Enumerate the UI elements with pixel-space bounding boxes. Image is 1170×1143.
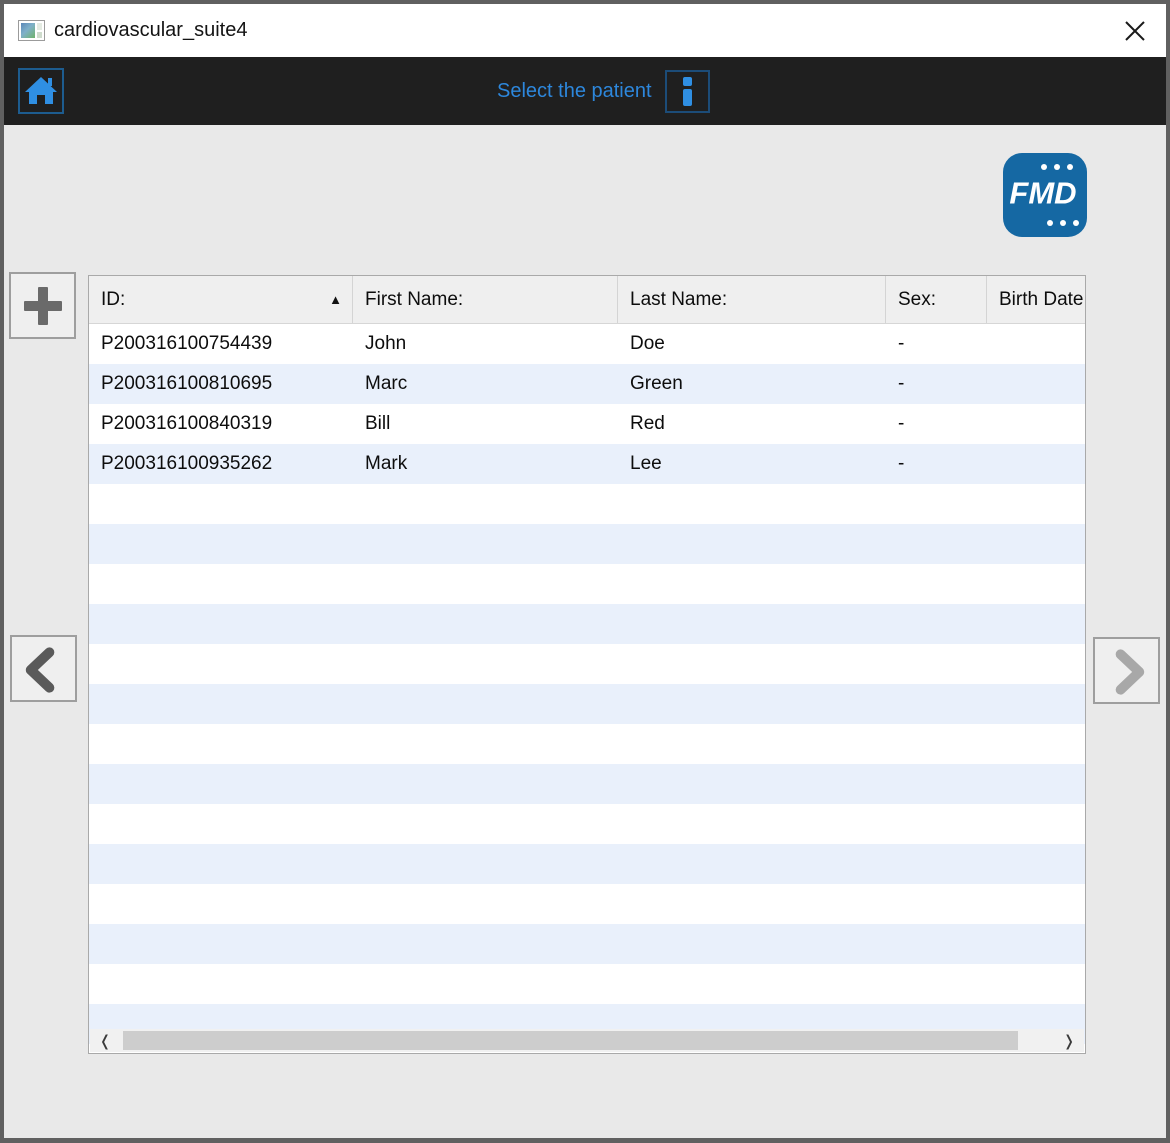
empty-row <box>89 724 1085 764</box>
patient-rows: P200316100754439 John Doe - P200316100810695… <box>89 324 1085 1044</box>
scroll-right-icon[interactable]: ❭ <box>1054 1029 1084 1052</box>
close-icon <box>1125 20 1145 41</box>
cell-id: P200316100810695 <box>101 373 273 394</box>
cell-sex: - <box>898 333 905 354</box>
column-header-id[interactable]: ID: ▲ <box>89 276 353 323</box>
empty-row <box>89 524 1085 564</box>
chevron-left-icon <box>25 646 55 693</box>
empty-row <box>89 804 1085 844</box>
page-title: Select the patient <box>497 79 652 102</box>
empty-row <box>89 844 1085 884</box>
app-icon-strips <box>37 23 42 38</box>
cell-last_name: Lee <box>630 453 662 474</box>
table-row[interactable]: P200316100840319 Bill Red - <box>89 404 1085 444</box>
info-button[interactable] <box>664 69 710 113</box>
app-icon-picture <box>21 23 35 38</box>
cell-birth_date <box>987 324 1085 364</box>
add-patient-button[interactable] <box>9 272 76 339</box>
cell-first_name: Mark <box>365 453 408 474</box>
empty-row <box>89 644 1085 684</box>
patient-table: ID: ▲ First Name: Last Name: Sex: Birth … <box>88 275 1086 1054</box>
empty-row <box>89 604 1085 644</box>
column-header-birth-date[interactable]: Birth Date: <box>987 276 1085 323</box>
cell-last_name: Green <box>630 373 683 394</box>
fmd-logo-dots-top <box>1041 164 1073 170</box>
next-button[interactable] <box>1093 637 1160 704</box>
empty-row <box>89 684 1085 724</box>
empty-row <box>89 924 1085 964</box>
scroll-left-icon[interactable]: ❬ <box>90 1029 120 1052</box>
cell-first_name: John <box>365 333 407 354</box>
horizontal-scrollbar[interactable]: ❬ ❭ <box>90 1029 1084 1052</box>
column-header-sex[interactable]: Sex: <box>886 276 987 323</box>
empty-row <box>89 484 1085 524</box>
fmd-logo-dots-bottom <box>1047 220 1079 226</box>
empty-row <box>89 884 1085 924</box>
title-bar: cardiovascular_suite4 <box>4 4 1166 57</box>
cell-first_name: Bill <box>365 413 391 434</box>
cell-sex: - <box>898 413 905 434</box>
app-window: cardiovascular_suite4 Select the patient <box>0 0 1170 1143</box>
empty-row <box>89 564 1085 604</box>
cell-sex: - <box>898 373 905 394</box>
cell-first_name: Marc <box>365 373 408 394</box>
column-header-first-name[interactable]: First Name: <box>353 276 618 323</box>
table-row[interactable]: P200316100935262 Mark Lee - <box>89 444 1085 484</box>
cell-last_name: Doe <box>630 333 665 354</box>
empty-row <box>89 964 1085 1004</box>
cell-birth_date <box>987 364 1085 404</box>
cell-id: P200316100840319 <box>101 413 273 434</box>
table-header-row: ID: ▲ First Name: Last Name: Sex: Birth … <box>89 276 1085 324</box>
empty-row <box>89 764 1085 804</box>
home-icon <box>25 77 57 104</box>
cell-sex: - <box>898 453 905 474</box>
app-header: Select the patient <box>4 57 1166 125</box>
table-row[interactable]: P200316100754439 John Doe - <box>89 324 1085 364</box>
plus-icon <box>23 286 62 325</box>
window-title: cardiovascular_suite4 <box>54 19 248 41</box>
home-button[interactable] <box>18 68 64 114</box>
cell-last_name: Red <box>630 413 665 434</box>
table-row[interactable]: P200316100810695 Marc Green - <box>89 364 1085 404</box>
fmd-logo: FMD <box>1003 153 1087 237</box>
fmd-logo-text: FMD <box>1009 175 1077 211</box>
cell-id: P200316100754439 <box>101 333 273 354</box>
chevron-right-icon <box>1115 648 1145 695</box>
main-area: FMD ID: ▲ First Name: Last Name: Sex: Bi… <box>4 125 1166 1138</box>
info-icon <box>682 76 692 86</box>
cell-id: P200316100935262 <box>101 453 273 474</box>
scrollbar-thumb[interactable] <box>123 1031 1018 1050</box>
app-icon <box>18 20 45 41</box>
cell-birth_date <box>987 444 1085 484</box>
sort-ascending-icon: ▲ <box>329 292 342 307</box>
header-center: Select the patient <box>497 57 710 125</box>
cell-birth_date <box>987 404 1085 444</box>
previous-button[interactable] <box>10 635 77 702</box>
close-button[interactable] <box>1120 16 1150 46</box>
column-header-last-name[interactable]: Last Name: <box>618 276 886 323</box>
